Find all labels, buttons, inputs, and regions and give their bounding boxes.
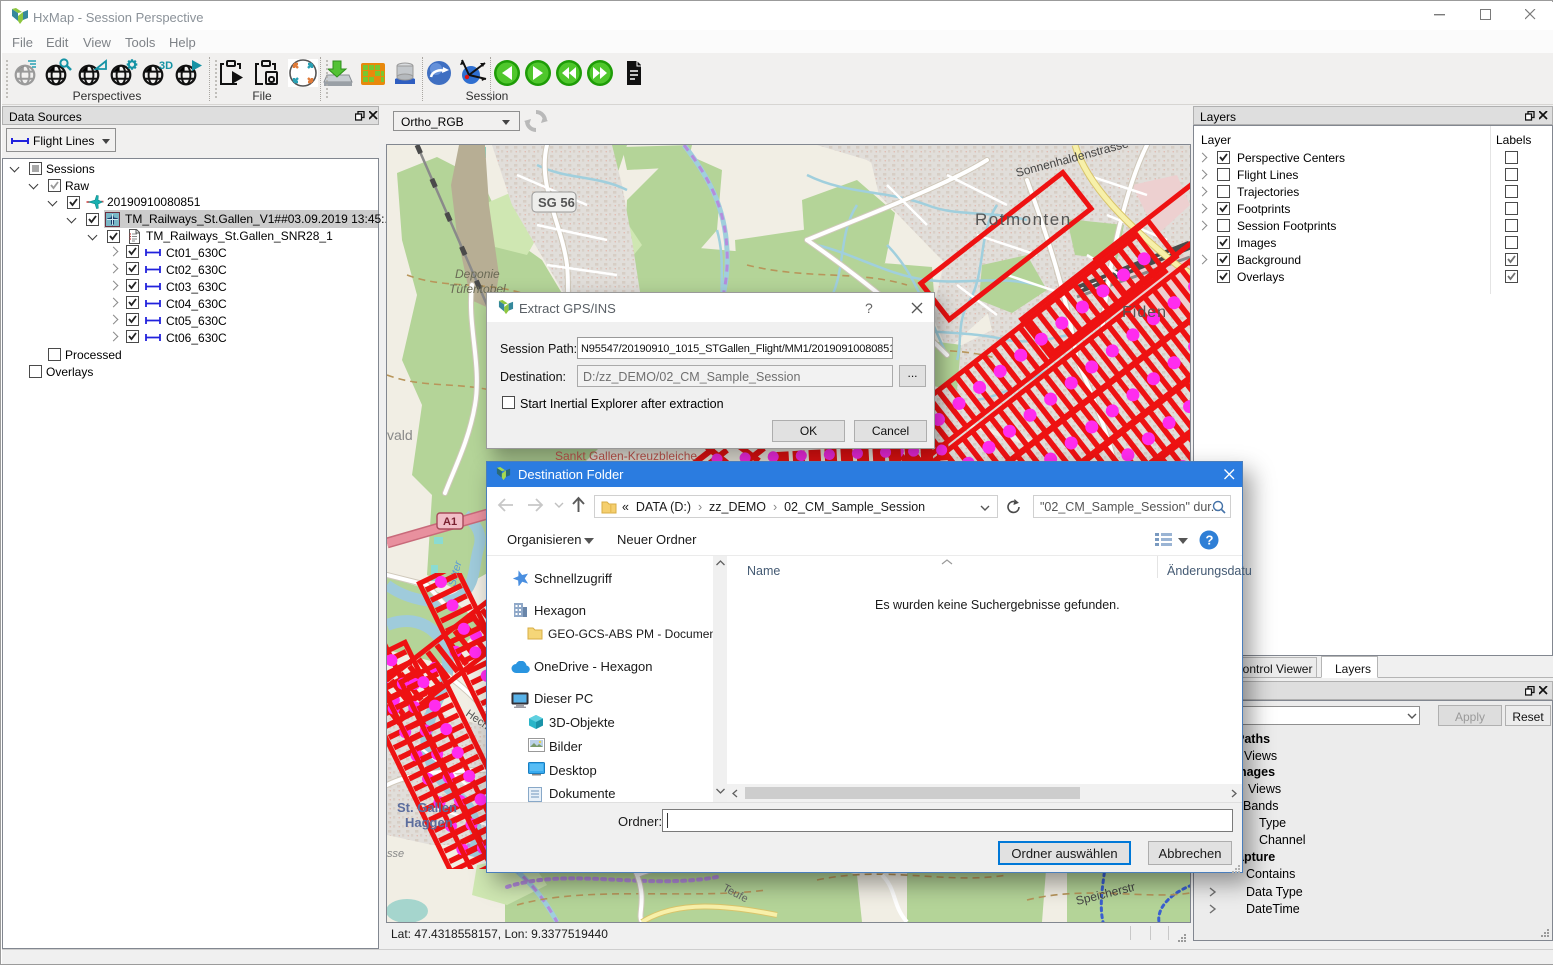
svg-text:A1: A1 (443, 516, 457, 528)
svg-text:3D: 3D (159, 60, 173, 72)
svg-text:St. Gallen: St. Gallen (397, 800, 457, 815)
svg-text:sse: sse (387, 848, 404, 860)
svg-text:Deponie: Deponie (455, 267, 500, 281)
svg-text:vald: vald (387, 427, 413, 443)
svg-text:Haggen: Haggen (405, 815, 453, 830)
svg-text:Fiden: Fiden (1122, 304, 1167, 321)
svg-text:SG 56: SG 56 (538, 195, 575, 210)
svg-text:?: ? (1206, 533, 1214, 548)
svg-text:Rotmonten: Rotmonten (975, 210, 1072, 229)
